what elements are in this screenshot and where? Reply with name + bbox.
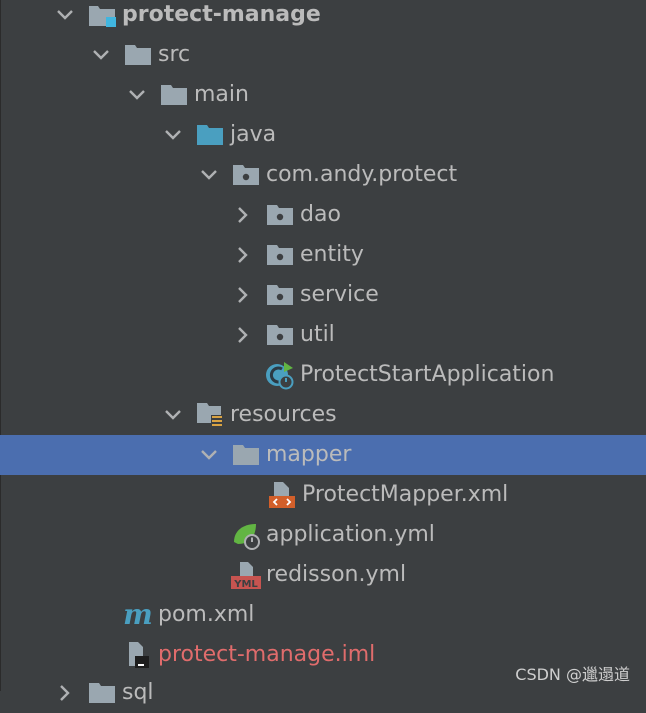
maven-icon: m [122, 601, 154, 629]
module-folder-icon [86, 1, 118, 29]
tree-item-label: application.yml [266, 522, 435, 547]
tree-item-application-yml[interactable]: application.yml [0, 515, 646, 555]
tree-item-label: service [300, 282, 379, 307]
tree-item-label: sql [122, 680, 154, 705]
tree-item-label: java [230, 122, 277, 147]
tree-item-label: dao [300, 202, 341, 227]
svg-text:m: m [123, 601, 153, 629]
chevron-down-icon[interactable] [160, 402, 186, 428]
tree-item-redisson-yml[interactable]: YML redisson.yml [0, 555, 646, 595]
spring-config-file-icon [230, 521, 262, 550]
chevron-down-icon[interactable] [88, 42, 114, 68]
chevron-right-icon[interactable] [230, 282, 256, 308]
package-icon [230, 161, 262, 189]
tree-item-protect-manage[interactable]: protect-manage [0, 0, 646, 35]
folder-icon [122, 41, 154, 69]
resources-folder-icon [194, 401, 226, 429]
tree-item-util[interactable]: util [0, 315, 646, 355]
tree-item-label: ProtectStartApplication [300, 362, 555, 387]
chevron-down-icon[interactable] [196, 162, 222, 188]
project-tree: protect-manage src main java com.andy.pr… [0, 0, 646, 705]
watermark: CSDN @邋遢道 [515, 665, 630, 684]
svg-text:YML: YML [233, 579, 258, 590]
tree-item-label: ProtectMapper.xml [302, 482, 509, 507]
spring-boot-class-icon [264, 361, 296, 390]
tree-item-entity[interactable]: entity [0, 235, 646, 275]
tree-item-label: mapper [266, 442, 352, 467]
package-icon [264, 321, 296, 349]
package-icon [264, 241, 296, 269]
tree-item-com-andy-protect[interactable]: com.andy.protect [0, 155, 646, 195]
folder-icon [230, 441, 262, 469]
chevron-right-icon[interactable] [52, 680, 78, 706]
tree-item-protect-start-application[interactable]: ProtectStartApplication [0, 355, 646, 395]
tree-item-label: util [300, 322, 335, 347]
chevron-right-icon[interactable] [230, 322, 256, 348]
package-icon [264, 201, 296, 229]
tree-item-service[interactable]: service [0, 275, 646, 315]
source-root-folder-icon [194, 121, 226, 149]
tree-item-java[interactable]: java [0, 115, 646, 155]
iml-file-icon [122, 641, 154, 669]
tree-item-label: src [158, 42, 191, 67]
chevron-down-icon[interactable] [52, 2, 78, 28]
xml-file-icon [266, 481, 298, 509]
tree-item-protect-mapper-xml[interactable]: ProtectMapper.xml [0, 475, 646, 515]
tree-item-label: entity [300, 242, 364, 267]
folder-icon [86, 679, 118, 707]
tree-item-label: pom.xml [158, 602, 255, 627]
chevron-down-icon[interactable] [160, 122, 186, 148]
tree-item-main[interactable]: main [0, 75, 646, 115]
tree-item-resources[interactable]: resources [0, 395, 646, 435]
tree-item-label: com.andy.protect [266, 162, 458, 187]
tree-item-label: resources [230, 402, 337, 427]
tree-item-label: protect-manage [122, 2, 321, 27]
chevron-down-icon[interactable] [196, 442, 222, 468]
chevron-right-icon[interactable] [230, 242, 256, 268]
tree-item-label: redisson.yml [266, 562, 407, 587]
tree-item-label: main [194, 82, 249, 107]
package-icon [264, 281, 296, 309]
tree-item-mapper[interactable]: mapper [0, 435, 646, 475]
tree-item-dao[interactable]: dao [0, 195, 646, 235]
tree-item-pom-xml[interactable]: m pom.xml [0, 595, 646, 635]
tree-item-src[interactable]: src [0, 35, 646, 75]
chevron-right-icon[interactable] [230, 202, 256, 228]
tree-item-label: protect-manage.iml [158, 642, 376, 667]
chevron-down-icon[interactable] [124, 82, 150, 108]
folder-icon [158, 81, 190, 109]
yml-file-icon: YML [230, 561, 262, 590]
